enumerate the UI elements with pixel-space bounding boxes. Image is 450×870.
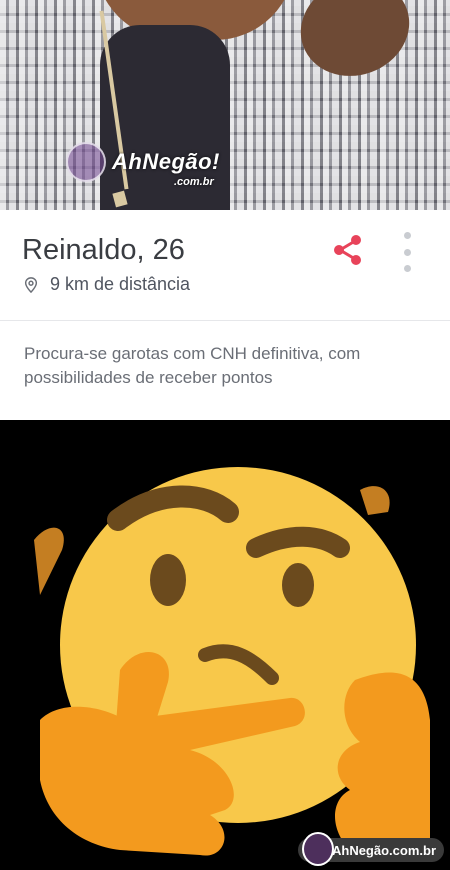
profile-distance: 9 km de distância xyxy=(50,274,191,294)
watermark-logo-icon xyxy=(66,142,106,182)
photo-watermark: AhNegão! .com.br xyxy=(66,142,220,188)
divider xyxy=(0,320,450,321)
map-pin-icon xyxy=(24,276,38,293)
profile-distance-row: 9 km de distância xyxy=(24,274,190,295)
thinking-face-icon xyxy=(34,467,430,856)
watermark-text: AhNegão! xyxy=(112,149,220,174)
profile-name-age: Reinaldo, 26 xyxy=(22,234,185,266)
profile-bio: Procura-se garotas com CNH definitiva, c… xyxy=(24,344,361,387)
profile-photo[interactable]: AhNegão! .com.br xyxy=(0,0,450,210)
profile-card: Reinaldo, 26 9 km de distância Procura-s… xyxy=(0,210,450,420)
emoji-watermark: AhNegão.com.br xyxy=(297,832,444,866)
emoji-watermark-text: AhNegão.com.br xyxy=(331,842,436,858)
watermark-mascot-icon xyxy=(301,832,334,866)
share-icon[interactable] xyxy=(330,232,366,268)
photo-arm xyxy=(287,0,423,91)
more-dot xyxy=(403,248,411,256)
thinking-emoji-image: AhNegão.com.br xyxy=(0,420,450,870)
more-vertical-icon[interactable] xyxy=(400,232,414,272)
watermark-subtext: .com.br xyxy=(174,176,214,188)
more-dot xyxy=(403,232,411,239)
more-dot xyxy=(403,265,411,272)
